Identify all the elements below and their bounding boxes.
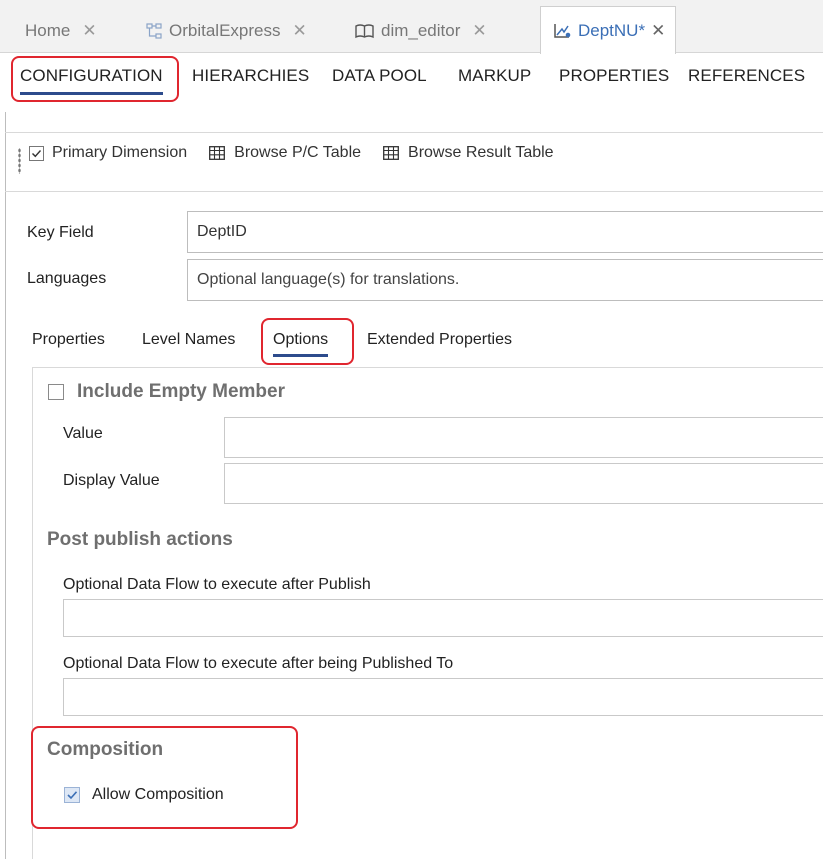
- languages-label: Languages: [27, 270, 107, 287]
- divider: [5, 132, 823, 133]
- value-input[interactable]: [224, 417, 823, 458]
- after-publish-label: Optional Data Flow to execute after Publ…: [63, 576, 371, 593]
- doc-tab-label: Home: [25, 21, 71, 40]
- close-icon[interactable]: ✕: [651, 21, 665, 41]
- after-published-to-label: Optional Data Flow to execute after bein…: [63, 655, 454, 672]
- close-icon[interactable]: ✕: [82, 21, 96, 41]
- tab-properties-sub[interactable]: Properties: [32, 331, 105, 349]
- key-field-input[interactable]: DeptID: [187, 211, 823, 253]
- hierarchy-icon: [146, 23, 162, 39]
- value-label: Value: [63, 425, 103, 442]
- tab-references[interactable]: REFERENCES: [688, 66, 805, 86]
- tab-data-pool[interactable]: DATA POOL: [332, 66, 427, 86]
- toolbar: Primary Dimension Browse P/C Table Brows…: [29, 144, 576, 162]
- checkbox-checked-icon[interactable]: [29, 145, 44, 161]
- doc-tab-dim-editor[interactable]: dim_editor ✕: [355, 9, 487, 53]
- book-icon: [355, 23, 374, 39]
- include-empty-member-checkbox[interactable]: [48, 384, 64, 400]
- tab-extended-properties[interactable]: Extended Properties: [367, 331, 512, 349]
- highlight-configuration: [11, 56, 179, 102]
- tab-markup[interactable]: MARKUP: [458, 66, 531, 86]
- tab-level-names[interactable]: Level Names: [142, 331, 235, 349]
- display-value-input[interactable]: [224, 463, 823, 504]
- browse-result-label: Browse Result Table: [408, 144, 554, 161]
- browse-pc-table-button[interactable]: Browse P/C Table: [209, 144, 361, 162]
- doc-tab-label: OrbitalExpress: [169, 21, 281, 40]
- browse-pc-label: Browse P/C Table: [234, 144, 362, 161]
- tab-properties[interactable]: PROPERTIES: [559, 66, 669, 86]
- table-icon: [209, 146, 226, 160]
- highlight-composition: [31, 726, 298, 829]
- doc-tab-label: DeptNU*: [578, 20, 646, 40]
- close-icon[interactable]: ✕: [292, 21, 306, 41]
- primary-dimension-toggle[interactable]: Primary Dimension: [29, 144, 187, 162]
- after-publish-input[interactable]: [63, 599, 823, 637]
- post-publish-title: Post publish actions: [47, 529, 233, 550]
- languages-input[interactable]: Optional language(s) for translations.: [187, 259, 823, 301]
- divider: [5, 191, 823, 192]
- doc-tab-home[interactable]: Home ✕: [25, 9, 97, 53]
- doc-tab-orbitalexpress[interactable]: OrbitalExpress ✕: [146, 9, 307, 53]
- table-icon: [383, 146, 399, 160]
- key-field-label: Key Field: [27, 224, 94, 241]
- languages-placeholder: Optional language(s) for translations.: [197, 271, 460, 288]
- toolbar-grip-icon[interactable]: [18, 148, 21, 174]
- tab-hierarchies[interactable]: HIERARCHIES: [192, 66, 309, 86]
- include-empty-member-label: Include Empty Member: [77, 381, 285, 402]
- close-icon[interactable]: ✕: [472, 21, 486, 41]
- after-published-to-input[interactable]: [63, 678, 823, 716]
- dimension-icon: [553, 23, 571, 39]
- doc-tab-deptnu[interactable]: DeptNU* ✕: [540, 6, 677, 54]
- display-value-label: Display Value: [63, 472, 160, 489]
- divider: [32, 367, 823, 368]
- doc-tab-label: dim_editor: [381, 21, 461, 40]
- document-tab-strip: Home ✕ OrbitalExpress ✕ dim_editor ✕ Dep…: [0, 0, 823, 54]
- panel-border: [5, 112, 6, 859]
- highlight-options: [261, 318, 354, 365]
- browse-result-table-button[interactable]: Browse Result Table: [383, 144, 554, 162]
- primary-dimension-label: Primary Dimension: [52, 144, 188, 161]
